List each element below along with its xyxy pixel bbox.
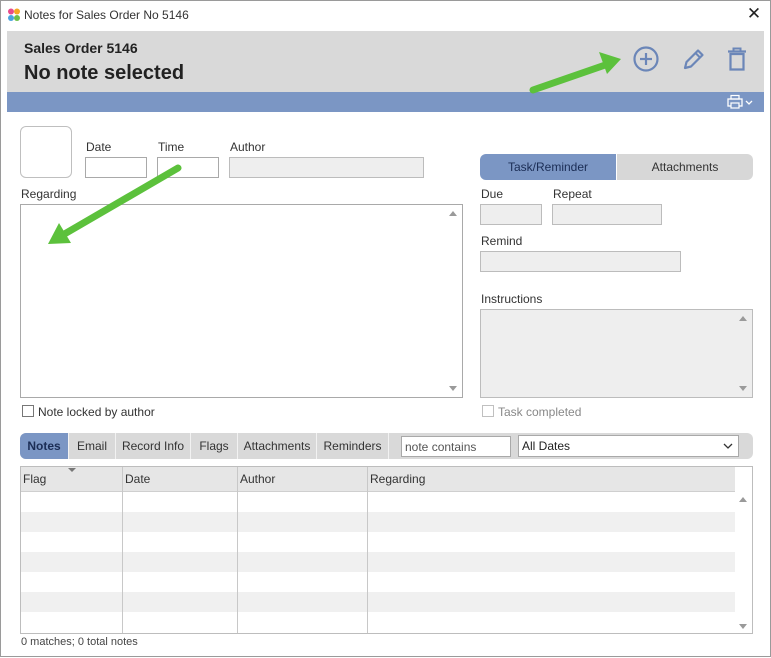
table-row	[21, 532, 737, 552]
header-subtitle: Sales Order 5146	[24, 40, 138, 56]
tab-task-reminder[interactable]: Task/Reminder	[480, 154, 616, 180]
scroll-down-icon	[739, 386, 747, 391]
tab-attachments-list[interactable]: Attachments	[238, 433, 317, 459]
tab-reminders[interactable]: Reminders	[317, 433, 389, 459]
instructions-textarea	[480, 309, 753, 398]
column-header-date[interactable]: Date	[123, 467, 238, 492]
delete-icon[interactable]	[721, 43, 753, 75]
print-icon[interactable]	[726, 94, 756, 110]
time-label: Time	[158, 140, 185, 154]
author-photo	[20, 126, 72, 178]
scroll-up-icon[interactable]	[739, 497, 747, 502]
sort-caret-icon	[68, 468, 76, 472]
dates-filter-value: All Dates	[522, 439, 571, 453]
scroll-up-icon[interactable]	[449, 211, 457, 216]
remind-label: Remind	[481, 234, 523, 248]
notes-window: Notes for Sales Order No 5146 ✕ Sales Or…	[0, 0, 771, 657]
table-row	[21, 492, 737, 512]
scroll-up-icon	[739, 316, 747, 321]
regarding-scrollbar[interactable]	[445, 205, 462, 397]
due-field	[480, 204, 542, 225]
date-field[interactable]	[85, 157, 147, 178]
table-row	[21, 612, 737, 632]
scroll-down-icon[interactable]	[449, 386, 457, 391]
due-label: Due	[481, 187, 504, 201]
app-icon	[8, 8, 20, 21]
tab-record-info[interactable]: Record Info	[116, 433, 191, 459]
table-row	[21, 512, 737, 532]
author-label: Author	[230, 140, 266, 154]
chevron-down-icon	[723, 443, 733, 449]
add-note-icon[interactable]	[630, 43, 662, 75]
note-locked-label: Note locked by author	[38, 405, 155, 419]
title-bar: Notes for Sales Order No 5146 ✕	[1, 1, 770, 30]
column-header-flag-label: Flag	[23, 472, 47, 486]
column-header-regarding[interactable]: Regarding	[368, 467, 737, 492]
note-contains-search[interactable]	[401, 436, 511, 457]
column-divider	[122, 467, 123, 633]
status-text: 0 matches; 0 total notes	[21, 636, 138, 648]
toolbar-strip	[7, 92, 764, 112]
tab-flags[interactable]: Flags	[191, 433, 238, 459]
note-header: Sales Order 5146 No note selected	[7, 31, 764, 92]
note-locked-checkbox[interactable]	[22, 405, 34, 417]
column-divider	[237, 467, 238, 633]
grid-scrollbar[interactable]	[735, 467, 752, 633]
column-header-flag[interactable]: Flag	[21, 467, 123, 492]
date-label: Date	[86, 140, 112, 154]
window-title: Notes for Sales Order No 5146	[24, 8, 189, 22]
tab-email[interactable]: Email	[69, 433, 116, 459]
regarding-label: Regarding	[21, 187, 77, 201]
table-row	[21, 552, 737, 572]
regarding-textarea[interactable]	[20, 204, 463, 398]
remind-field	[480, 251, 681, 272]
header-title: No note selected	[24, 62, 185, 84]
task-completed-label: Task completed	[498, 405, 582, 419]
tab-attachments[interactable]: Attachments	[617, 154, 753, 180]
dates-filter-select[interactable]: All Dates	[518, 435, 739, 457]
author-field	[229, 157, 424, 178]
time-field[interactable]	[157, 157, 219, 178]
table-row	[21, 572, 737, 592]
instructions-label: Instructions	[481, 292, 543, 306]
scroll-down-icon[interactable]	[739, 624, 747, 629]
edit-icon[interactable]	[677, 43, 709, 75]
close-icon[interactable]: ✕	[744, 4, 764, 24]
repeat-label: Repeat	[553, 187, 592, 201]
instructions-scrollbar	[735, 310, 752, 397]
grid-header: Flag Date Author Regarding	[21, 467, 737, 492]
column-header-author[interactable]: Author	[238, 467, 368, 492]
repeat-field	[552, 204, 662, 225]
task-completed-checkbox	[482, 405, 494, 417]
column-divider	[367, 467, 368, 633]
notes-grid[interactable]: Flag Date Author Regarding	[20, 466, 753, 634]
tab-notes[interactable]: Notes	[20, 433, 69, 459]
table-row	[21, 592, 737, 612]
